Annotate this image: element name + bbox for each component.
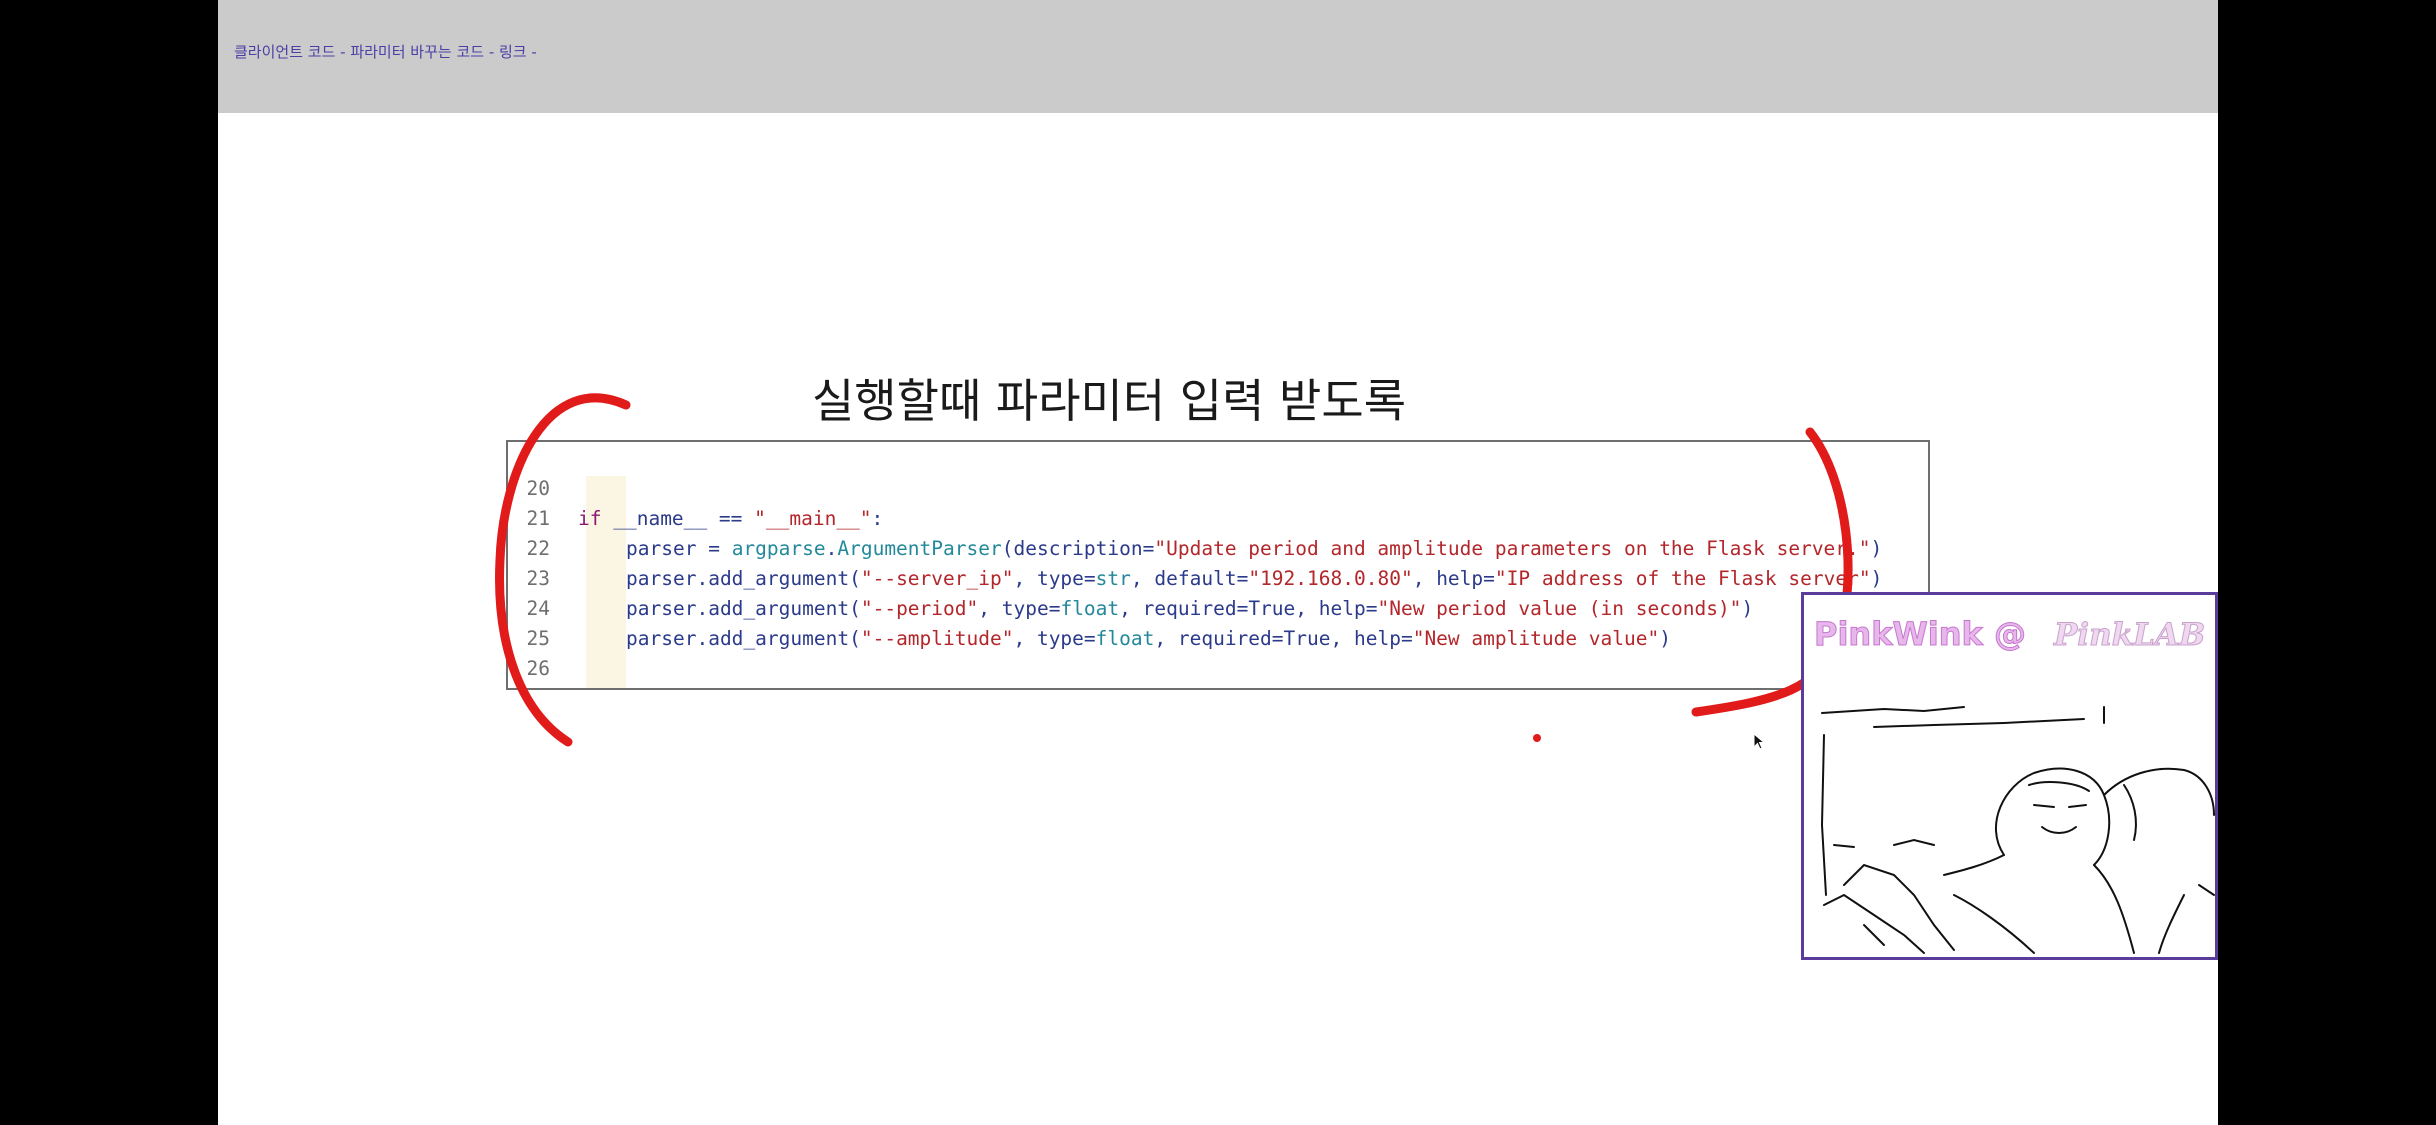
slide-header-bar: 클라이언트 코드 - 파라미터 바꾸는 코드 - 링크 -: [218, 0, 2218, 113]
mouse-cursor-icon: [1753, 733, 1766, 750]
code-line: 27 update_server_params(args.server_ip, …: [508, 654, 1928, 688]
code-line: 22 parser.add_argument("--server_ip", ty…: [508, 504, 1928, 590]
presentation-slide: 클라이언트 코드 - 파라미터 바꾸는 코드 - 링크 - 실행할때 파라미터 …: [218, 0, 2218, 1125]
webcam-brand-text: PinkWink @: [1814, 615, 2027, 654]
code-text: args = parser.parse_args(): [626, 684, 931, 688]
webcam-brand-logo-text: PinkLAB: [2053, 617, 2206, 654]
code-line: 20 if __name__ == "__main__":: [508, 444, 1928, 530]
laser-pointer-dot: [1533, 734, 1541, 742]
code-line: 24 parser.add_argument("--amplitude", ty…: [508, 564, 1928, 650]
breadcrumb[interactable]: 클라이언트 코드 - 파라미터 바꾸는 코드 - 링크 -: [234, 41, 537, 62]
code-block: 20 if __name__ == "__main__": 21 parser …: [506, 440, 1930, 690]
line-number: 27: [508, 684, 550, 688]
code-line: 23 parser.add_argument("--period", type=…: [508, 534, 1928, 620]
screen: 클라이언트 코드 - 파라미터 바꾸는 코드 - 링크 - 실행할때 파라미터 …: [0, 0, 2436, 1125]
code-line: 26 args = parser.parse_args(): [508, 624, 1928, 688]
code-line: 21 parser = argparse.ArgumentParser(desc…: [508, 474, 1928, 560]
webcam-overlay: PinkWink @ PinkLAB: [1801, 592, 2218, 960]
slide-title: 실행할때 파라미터 입력 받도록: [811, 374, 1407, 428]
code-line: 25: [508, 594, 1928, 650]
